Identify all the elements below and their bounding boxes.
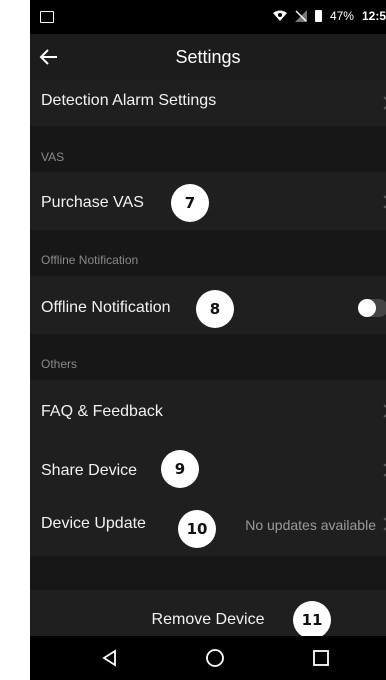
section-label: Others xyxy=(41,357,78,371)
section-others: Others xyxy=(30,334,386,380)
nav-recents-icon[interactable] xyxy=(311,648,331,668)
row-label: Device Update xyxy=(41,515,146,532)
nav-back-icon[interactable] xyxy=(100,648,120,668)
remove-device-button[interactable]: Remove Device xyxy=(30,590,386,636)
phone-screen: 47% 12:5 Settings Detection Alarm Settin… xyxy=(30,0,386,680)
remove-device-label: Remove Device xyxy=(151,611,265,628)
nav-home-icon[interactable] xyxy=(205,648,225,668)
row-label: Purchase VAS xyxy=(41,194,144,211)
no-signal-icon xyxy=(294,10,307,22)
battery-percent: 47% xyxy=(329,9,354,23)
battery-icon xyxy=(314,10,322,22)
toggle-knob xyxy=(358,299,376,317)
chevron-right-icon xyxy=(383,404,386,418)
annotation-badge-11: 11 xyxy=(293,601,331,639)
section-offline-notification: Offline Notification xyxy=(30,230,386,276)
section-spacer xyxy=(30,556,386,590)
row-share-device[interactable]: Share Device xyxy=(30,438,386,496)
row-label: Share Device xyxy=(41,462,138,479)
section-label: Offline Notification xyxy=(41,253,139,267)
annotation-badge-9: 9 xyxy=(161,450,199,488)
row-label: FAQ & Feedback xyxy=(41,403,163,420)
annotation-badge-10: 10 xyxy=(178,510,216,548)
row-detection-alarm-settings[interactable]: Detection Alarm Settings xyxy=(30,80,386,126)
app-bar: Settings xyxy=(30,34,386,80)
row-faq-feedback[interactable]: FAQ & Feedback xyxy=(30,380,386,438)
section-vas: VAS xyxy=(30,126,386,172)
chevron-right-icon xyxy=(383,517,386,531)
wifi-icon xyxy=(272,10,287,21)
annotation-badge-7: 7 xyxy=(171,184,209,222)
page-title: Settings xyxy=(175,47,241,67)
clock: 12:5 xyxy=(361,9,386,23)
update-status: No updates available xyxy=(245,517,376,533)
section-label: VAS xyxy=(41,150,65,164)
status-right: 47% 12:5 xyxy=(272,9,386,23)
image-notification-icon xyxy=(40,11,54,23)
chevron-right-icon xyxy=(383,463,386,477)
navigation-bar xyxy=(30,636,386,680)
row-label: Offline Notification xyxy=(41,299,171,316)
status-bar: 47% 12:5 xyxy=(30,0,386,34)
chevron-right-icon xyxy=(383,195,386,209)
chevron-right-icon xyxy=(383,96,386,110)
row-label: Detection Alarm Settings xyxy=(41,92,217,109)
annotation-badge-8: 8 xyxy=(196,290,234,328)
offline-notification-toggle[interactable] xyxy=(358,299,386,317)
